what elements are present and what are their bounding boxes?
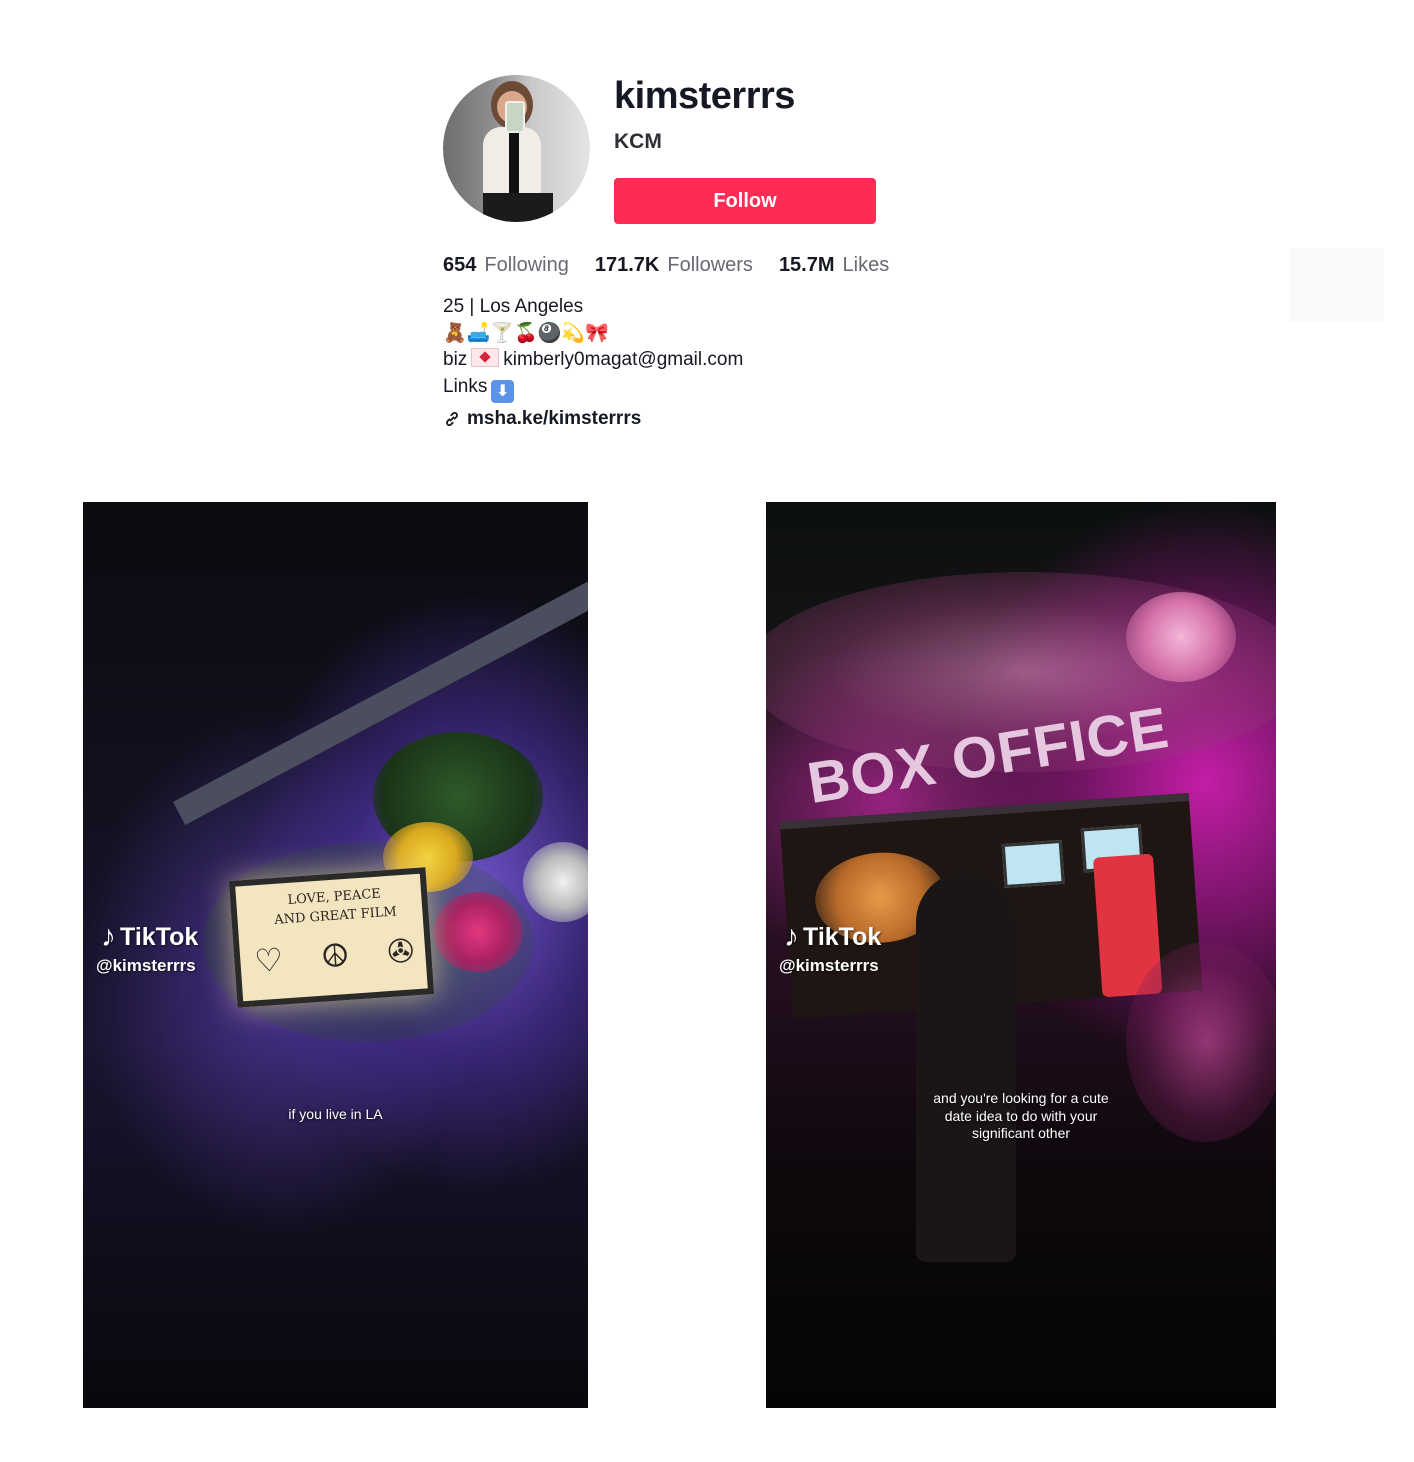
profile-link-text: msha.ke/kimsterrrs	[467, 408, 642, 429]
stat-following-count: 654	[443, 254, 477, 276]
stat-likes: 15.7M Likes	[779, 254, 889, 277]
bio-line-age-location: 25 | Los Angeles	[443, 296, 584, 317]
profile-stats: 654 Following 171.7K Followers 15.7M Likes	[443, 254, 889, 277]
video-handle: @kimsterrrs	[779, 956, 879, 975]
person-silhouette	[916, 872, 1016, 1262]
video-caption-line2: date idea to do with your	[944, 1107, 1098, 1124]
flower-cluster	[1126, 592, 1236, 682]
bio-biz-email: kimberly0magat@gmail.com	[503, 349, 744, 370]
tiktok-logo: ♪ TikTok	[101, 920, 198, 954]
avatar-phone	[505, 101, 525, 133]
video-caption: and you're looking for a cute date idea …	[766, 1090, 1276, 1143]
flower-cluster	[523, 842, 588, 922]
video-caption: if you live in LA	[288, 1106, 383, 1122]
stat-following-label: Following	[484, 254, 569, 276]
profile-bio: 25 | Los Angeles 🧸🛋️🍸🍒🎱💫🎀 biz kimberly0ma…	[443, 294, 743, 403]
bio-biz-prefix: biz	[443, 349, 468, 370]
bio-links-label: Links	[443, 375, 488, 397]
video-handle: @kimsterrrs	[96, 956, 196, 975]
video-caption-line3: significant other	[971, 1125, 1071, 1141]
tiktok-brand-text: TikTok	[120, 922, 199, 951]
film-sign-symbols: ♡ ☮ ✇	[253, 930, 415, 981]
stat-followers-count: 171.7K	[594, 254, 660, 276]
film-reel-icon: ✇	[386, 932, 416, 971]
stat-followers-label: Followers	[667, 254, 753, 276]
video-watermark: ♪ TikTok @kimsterrrs	[779, 920, 881, 976]
video-watermark: ♪ TikTok @kimsterrrs	[96, 920, 198, 976]
follow-button[interactable]: Follow	[614, 178, 876, 224]
bio-links-line: Links ⬇	[443, 374, 743, 403]
screen-monitor	[1001, 839, 1065, 888]
stat-likes-count: 15.7M	[778, 254, 835, 276]
link-icon	[446, 411, 458, 427]
avatar-pants	[483, 193, 553, 222]
stat-likes-label: Likes	[842, 254, 890, 276]
bio-biz-line: biz kimberly0magat@gmail.com	[443, 347, 743, 374]
flower-cluster	[433, 892, 523, 972]
profile-avatar[interactable]	[443, 75, 590, 222]
bio-emoji-line: 🧸🛋️🍸🍒🎱💫🎀	[443, 322, 609, 344]
love-letter-icon	[471, 348, 500, 367]
down-arrow-icon: ⬇	[491, 379, 515, 403]
share-area	[1290, 248, 1384, 322]
tiktok-note-icon: ♪	[101, 920, 116, 953]
film-sign-text: LOVE, PEACE AND GREAT FILM	[264, 883, 406, 931]
profile-username: kimsterrrs	[614, 75, 795, 117]
tiktok-logo: ♪ TikTok	[784, 920, 881, 954]
video-card-2[interactable]: BOX OFFICE ♪ TikTok @kimsterrrs and you'r…	[766, 502, 1276, 1408]
tiktok-brand-text: TikTok	[803, 922, 882, 951]
stat-following[interactable]: 654 Following	[443, 254, 569, 277]
film-sign: LOVE, PEACE AND GREAT FILM ♡ ☮ ✇	[228, 867, 435, 1008]
heart-icon: ♡	[253, 941, 285, 980]
profile-nickname: KCM	[614, 130, 662, 153]
peace-icon: ☮	[319, 936, 351, 975]
video-card-1[interactable]: LOVE, PEACE AND GREAT FILM ♡ ☮ ✇ ♪ TikTok…	[83, 502, 588, 1408]
tiktok-note-icon: ♪	[784, 920, 799, 953]
stat-followers[interactable]: 171.7K Followers	[595, 254, 753, 277]
profile-link[interactable]: msha.ke/kimsterrrs	[443, 408, 641, 430]
video-caption-line1: and you're looking for a cute	[933, 1090, 1109, 1106]
